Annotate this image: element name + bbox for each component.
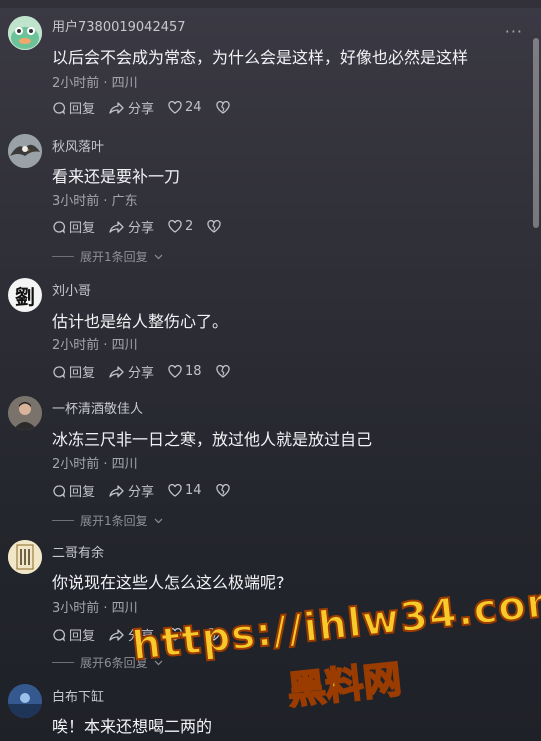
share-icon	[109, 365, 124, 378]
reply-button[interactable]: 回复	[52, 98, 95, 117]
comment-text: 冰冻三尺非一日之寒，放过他人就是放过自己	[52, 430, 373, 449]
heart-icon	[168, 220, 182, 233]
chevron-down-icon	[154, 518, 163, 523]
share-button[interactable]: 分享	[109, 217, 154, 236]
reply-label: 回复	[69, 102, 96, 117]
like-button[interactable]: 2	[168, 219, 193, 234]
share-icon	[109, 484, 124, 497]
share-button[interactable]: 分享	[109, 362, 154, 381]
share-button[interactable]: 分享	[109, 98, 154, 117]
share-icon	[109, 101, 124, 114]
expand-label: 展开1条回复	[80, 250, 148, 264]
reply-icon	[53, 628, 65, 642]
like-count: 14	[185, 483, 202, 498]
comment-text: 以后会不会成为常态，为什么会是这样，好像也必然是这样	[52, 48, 469, 67]
dislike-button[interactable]	[215, 484, 230, 497]
comment-meta: 2小时前 · 四川	[52, 76, 138, 91]
blue-landscape-icon	[8, 684, 42, 718]
like-button[interactable]: 14	[168, 483, 202, 498]
more-options-icon[interactable]: ···	[505, 22, 523, 41]
comment-username[interactable]: 用户7380019042457	[52, 16, 186, 35]
comment-text: 你说现在这些人怎么这么极端呢?	[52, 573, 285, 592]
reply-button[interactable]: 回复	[52, 625, 95, 644]
comment-text: 估计也是给人整伤心了。	[52, 312, 229, 331]
avatar[interactable]	[8, 16, 42, 50]
comment-meta: 2小时前 · 四川	[52, 457, 138, 472]
comment-text: 看来还是要补一刀	[52, 167, 181, 186]
avatar[interactable]: 劉	[8, 278, 42, 312]
comment-actions: 回复 分享 14	[52, 481, 230, 500]
share-label: 分享	[128, 485, 155, 500]
comment-meta: 2小时前 · 四川	[52, 338, 138, 353]
avatar[interactable]	[8, 684, 42, 718]
calligraphy-liu-icon: 劉	[15, 284, 35, 309]
scrollbar[interactable]	[533, 38, 539, 228]
expand-replies-button[interactable]: 展开1条回复	[52, 512, 163, 529]
reply-button[interactable]: 回复	[52, 362, 95, 381]
comment-username[interactable]: 二哥有余	[52, 542, 104, 561]
eagle-icon	[8, 134, 42, 168]
heart-icon	[168, 101, 182, 114]
dislike-button[interactable]	[215, 101, 230, 114]
reply-icon	[53, 220, 65, 234]
like-count: 18	[185, 364, 202, 379]
reply-label: 回复	[69, 366, 96, 381]
comment-username[interactable]: 白布下缸	[52, 686, 104, 705]
avatar[interactable]	[8, 540, 42, 574]
broken-heart-icon	[215, 365, 230, 378]
heart-icon	[168, 484, 182, 497]
avatar[interactable]	[8, 134, 42, 168]
calligraphy-scroll-icon	[8, 540, 42, 574]
reply-icon	[53, 101, 65, 115]
dislike-button[interactable]	[207, 220, 221, 233]
like-button[interactable]: 24	[168, 100, 202, 115]
comment-actions: 回复 分享 24	[52, 98, 230, 117]
reply-icon	[53, 484, 65, 498]
broken-heart-icon	[215, 484, 230, 497]
broken-heart-icon	[215, 101, 230, 114]
watermark-name: 黑料网	[284, 656, 404, 714]
like-button[interactable]: 18	[168, 364, 202, 379]
broken-heart-icon	[207, 220, 221, 233]
comment-actions: 回复 分享 2	[52, 217, 221, 236]
reply-button[interactable]: 回复	[52, 481, 95, 500]
share-label: 分享	[128, 102, 155, 117]
top-strip	[0, 0, 541, 8]
expand-label: 展开1条回复	[80, 514, 148, 528]
comment-username[interactable]: 秋风落叶	[52, 136, 104, 155]
comment-meta: 3小时前 · 广东	[52, 194, 138, 209]
expand-divider	[52, 256, 74, 257]
expand-divider	[52, 520, 74, 521]
comment-username[interactable]: 刘小哥	[52, 280, 91, 299]
person-photo-icon	[8, 396, 42, 430]
reply-icon	[53, 365, 65, 379]
heart-icon	[168, 365, 182, 378]
share-icon	[109, 220, 124, 233]
avatar[interactable]	[8, 396, 42, 430]
share-button[interactable]: 分享	[109, 481, 154, 500]
share-icon	[109, 628, 124, 641]
reply-label: 回复	[69, 485, 96, 500]
comment-meta: 3小时前 · 四川	[52, 601, 138, 616]
reply-label: 回复	[69, 629, 96, 644]
green-cartoon-icon	[8, 16, 42, 50]
reply-label: 回复	[69, 221, 96, 236]
comment-actions: 回复 分享 18	[52, 362, 230, 381]
like-count: 2	[185, 219, 194, 234]
chevron-down-icon	[154, 254, 163, 259]
reply-button[interactable]: 回复	[52, 217, 95, 236]
like-count: 24	[185, 100, 202, 115]
expand-divider	[52, 662, 74, 663]
share-label: 分享	[128, 366, 155, 381]
dislike-button[interactable]	[215, 365, 230, 378]
comment-username[interactable]: 一杯清酒敬佳人	[52, 398, 143, 417]
expand-replies-button[interactable]: 展开1条回复	[52, 248, 163, 265]
share-label: 分享	[128, 221, 155, 236]
